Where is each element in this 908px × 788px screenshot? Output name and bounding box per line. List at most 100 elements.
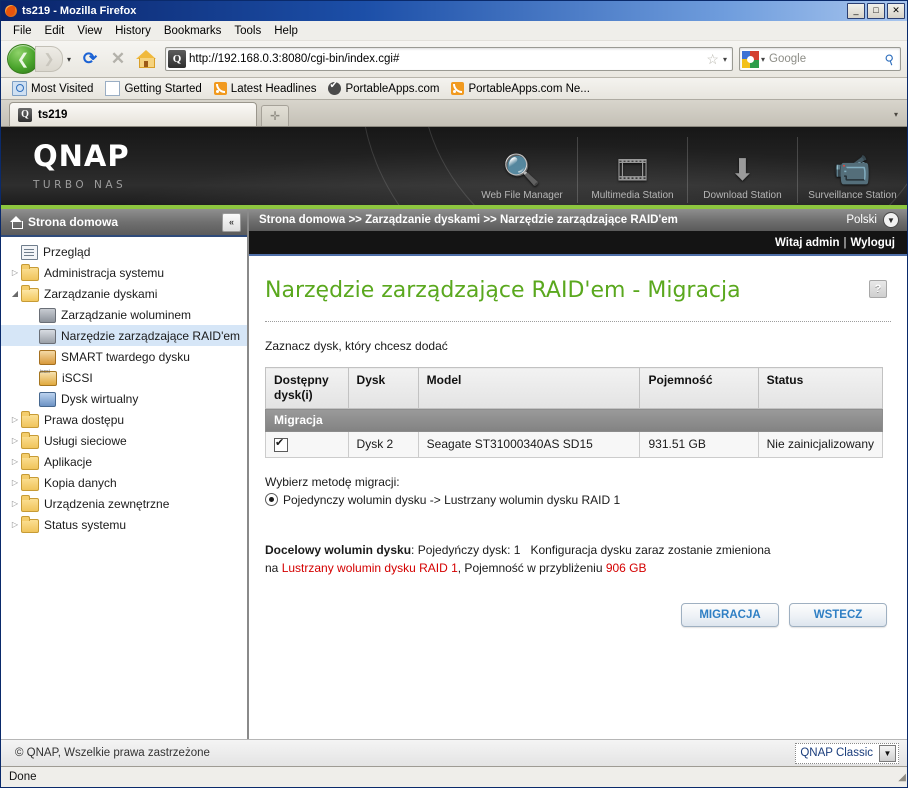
cell-checkbox[interactable] [265, 431, 349, 458]
sidebar-header: Strona domowa « [1, 209, 247, 237]
sidebar-item-urzadzenia-zewnetrzne[interactable]: ▷ Urządzenia zewnętrzne [1, 493, 247, 514]
bookmarks-toolbar: Most Visited Getting Started Latest Head… [1, 78, 907, 100]
theme-select-value: QNAP Classic [800, 747, 873, 759]
migration-method-label: Wybierz metodę migracji: [265, 474, 400, 489]
close-button[interactable]: ✕ [887, 3, 905, 19]
bookmark-getting-started[interactable]: Getting Started [100, 80, 206, 97]
tree-arrow-icon[interactable]: ▷ [9, 457, 21, 466]
bookmark-star-icon[interactable]: ☆ [704, 51, 721, 68]
summary-capacity: 906 GB [605, 561, 647, 576]
minimize-button[interactable]: _ [847, 3, 865, 19]
tree-arrow-icon[interactable]: ▷ [9, 436, 21, 445]
sidebar-item-administracja-systemu[interactable]: ▷ Administracja systemu [1, 262, 247, 283]
migration-method-option[interactable]: Pojedynczy wolumin dysku -> Lustrzany wo… [265, 493, 891, 507]
help-icon[interactable]: ? [869, 280, 887, 298]
summary-line2-prefix: na [265, 561, 282, 576]
column-capacity: Pojemność [639, 367, 759, 409]
firefox-window: ts219 - Mozilla Firefox _ □ ✕ File Edit … [0, 0, 908, 788]
menu-bookmarks[interactable]: Bookmarks [158, 23, 229, 39]
tab-ts219[interactable]: Q ts219 [9, 102, 257, 126]
column-model: Model [417, 367, 641, 409]
sidebar-item-narzedzie-raid[interactable]: Narzędzie zarządzające RAID'em [1, 325, 247, 346]
smart-icon [39, 349, 56, 365]
tab-favicon-icon: Q [18, 107, 32, 122]
table-header: Dostępny dysk(i) Dysk Model Pojemność St… [265, 367, 884, 409]
sidebar-item-label: SMART twardego dysku [61, 349, 190, 364]
breadcrumb-bar: Strona domowa >> Zarządzanie dyskami >> … [249, 209, 907, 231]
sidebar-item-prawa-dostepu[interactable]: ▷ Prawa dostępu [1, 409, 247, 430]
bookmark-latest-headlines[interactable]: Latest Headlines [209, 81, 322, 96]
search-engine-dropdown-icon[interactable]: ▾ [760, 55, 769, 64]
menu-history[interactable]: History [109, 23, 158, 39]
sidebar-item-label: Zarządzanie dyskami [44, 286, 158, 301]
sidebar-item-iscsi[interactable]: iSCSI [1, 367, 247, 388]
tree-arrow-icon[interactable]: ▷ [9, 268, 21, 277]
stop-icon[interactable]: ✕ [105, 46, 131, 72]
window-controls: _ □ ✕ [847, 3, 905, 19]
menu-tools[interactable]: Tools [228, 23, 268, 39]
status-text: Done [9, 771, 37, 783]
content-area: Narzędzie zarządzające RAID'em - Migracj… [249, 256, 907, 739]
language-label[interactable]: Polski [846, 214, 877, 226]
tree-arrow-expanded-icon[interactable]: ◢ [9, 289, 21, 298]
new-tab-button[interactable]: ✛ [261, 105, 289, 126]
user-bar: Witaj admin | Wyloguj [249, 231, 907, 256]
sidebar-item-zarzadzanie-woluminem[interactable]: Zarządzanie woluminem [1, 304, 247, 325]
menubar: File Edit View History Bookmarks Tools H… [1, 21, 907, 41]
menu-help[interactable]: Help [268, 23, 305, 39]
theme-select[interactable]: QNAP Classic ▼ [795, 742, 899, 764]
migrate-button[interactable]: MIGRACJA [681, 603, 779, 628]
greeting-label: Witaj admin [775, 236, 840, 249]
back-button-page[interactable]: WSTECZ [789, 603, 887, 628]
tree-arrow-icon[interactable]: ▷ [9, 415, 21, 424]
raid-management-icon [39, 328, 56, 344]
userbar-separator: | [843, 236, 847, 249]
tree-arrow-icon[interactable]: ▷ [9, 520, 21, 529]
bookmark-most-visited[interactable]: Most Visited [7, 80, 98, 97]
sidebar-item-status-systemu[interactable]: ▷ Status systemu [1, 514, 247, 535]
tree-arrow-icon[interactable]: ▷ [9, 478, 21, 487]
language-dropdown-icon[interactable]: ▼ [883, 212, 899, 228]
sidebar-item-label: Dysk wirtualny [61, 391, 139, 406]
history-dropdown-button[interactable]: ▾ [63, 55, 75, 64]
maximize-button[interactable]: □ [867, 3, 885, 19]
bookmark-portableapps[interactable]: PortableApps.com [323, 80, 444, 96]
menu-view[interactable]: View [71, 23, 109, 39]
summary-colon: : [411, 542, 418, 557]
bookmark-portableapps-news[interactable]: PortableApps.com Ne... [446, 81, 594, 96]
search-icon[interactable]: ⚲ [883, 49, 902, 69]
menu-file[interactable]: File [7, 23, 39, 39]
sidebar-header-label: Strona domowa [28, 215, 119, 229]
sidebar-item-uslugi-sieciowe[interactable]: ▷ Usługi sieciowe [1, 430, 247, 451]
sidebar-collapse-button[interactable]: « [222, 212, 241, 232]
sidebar-item-przeglad[interactable]: Przegląd [1, 241, 247, 262]
migration-summary: Docelowy wolumin dysku: Pojedyńczy dysk:… [265, 541, 891, 578]
tab-list-dropdown-icon[interactable]: ▾ [889, 105, 903, 123]
disk-select-checkbox[interactable] [274, 436, 288, 452]
forward-button[interactable]: ❯ [35, 46, 63, 72]
sidebar-item-label: Narzędzie zarządzające RAID'em [61, 328, 241, 343]
sidebar-item-smart-twardego-dysku[interactable]: SMART twardego dysku [1, 346, 247, 367]
google-icon [742, 50, 759, 68]
search-input[interactable]: Google [769, 53, 885, 65]
search-bar[interactable]: ▾ Google ⚲ [739, 47, 901, 71]
home-button[interactable] [133, 46, 159, 72]
tree-arrow-icon[interactable]: ▷ [9, 499, 21, 508]
resize-grip-icon[interactable]: ◢ [898, 772, 906, 783]
cell-model: Seagate ST31000340AS SD15 [417, 431, 641, 458]
logout-link[interactable]: Wyloguj [850, 237, 895, 249]
sidebar-tree: Przegląd ▷ Administracja systemu ◢ Zarzą… [1, 237, 247, 739]
menu-edit[interactable]: Edit [39, 23, 72, 39]
url-dropdown-icon[interactable]: ▾ [721, 55, 732, 64]
reload-icon[interactable]: ⟳ [77, 46, 103, 72]
url-bar[interactable]: Q http://192.168.0.3:8080/cgi-bin/index.… [165, 47, 733, 71]
sidebar-item-kopia-danych[interactable]: ▷ Kopia danych [1, 472, 247, 493]
url-input[interactable]: http://192.168.0.3:8080/cgi-bin/index.cg… [189, 53, 704, 65]
migration-method-radio[interactable] [265, 493, 278, 507]
sidebar-item-dysk-wirtualny[interactable]: Dysk wirtualny [1, 388, 247, 409]
column-status: Status [757, 367, 884, 409]
chevron-down-icon[interactable]: ▼ [879, 744, 896, 762]
sidebar-item-aplikacje[interactable]: ▷ Aplikacje [1, 451, 247, 472]
sidebar-item-zarzadzanie-dyskami[interactable]: ◢ Zarządzanie dyskami [1, 283, 247, 304]
action-buttons: MIGRACJA WSTECZ [265, 603, 891, 628]
